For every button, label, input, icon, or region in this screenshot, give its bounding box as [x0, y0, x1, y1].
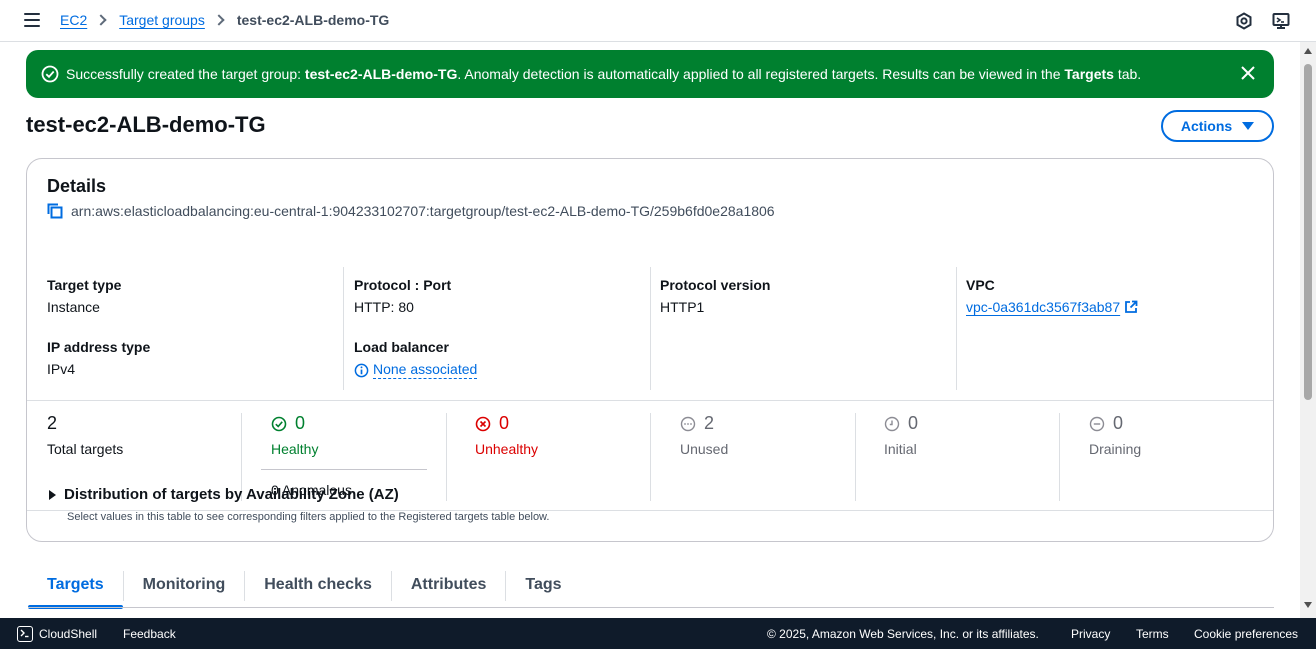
caret-right-icon [49, 489, 56, 500]
load-balancer-label: Load balancer [354, 339, 449, 355]
chevron-right-icon [213, 14, 225, 26]
success-check-icon [41, 65, 59, 83]
unused-count[interactable]: 2 [680, 413, 714, 434]
column-divider [1059, 413, 1060, 501]
details-container: Details arn:aws:elasticloadbalancing:eu-… [26, 158, 1274, 542]
tab-targets[interactable]: Targets [28, 570, 123, 609]
privacy-link[interactable]: Privacy [1071, 627, 1110, 641]
terms-link[interactable]: Terms [1136, 627, 1169, 641]
ip-type-label: IP address type [47, 339, 151, 355]
healthy-count[interactable]: 0 [271, 413, 305, 434]
unused-value: 2 [704, 413, 715, 433]
tab-monitoring[interactable]: Monitoring [124, 570, 245, 608]
tab-tags[interactable]: Tags [506, 570, 580, 608]
arn-value: arn:aws:elasticloadbalancing:eu-central-… [71, 203, 775, 219]
column-divider [956, 267, 957, 390]
initial-count[interactable]: 0 [884, 413, 918, 434]
column-divider [650, 413, 651, 501]
scroll-down-arrow-icon[interactable] [1304, 602, 1312, 608]
total-targets-count[interactable]: 2 [47, 413, 57, 434]
arn-row: arn:aws:elasticloadbalancing:eu-central-… [47, 203, 775, 219]
healthy-label: Healthy [271, 441, 319, 457]
vertical-scrollbar[interactable] [1300, 42, 1316, 618]
copy-icon[interactable] [47, 203, 63, 219]
unhealthy-count[interactable]: 0 [475, 413, 509, 434]
column-divider [855, 413, 856, 501]
details-heading: Details [47, 176, 107, 196]
cookie-preferences-link[interactable]: Cookie preferences [1194, 627, 1298, 641]
vpc-value[interactable]: vpc-0a361dc3567f3ab87 [966, 299, 1138, 315]
total-targets-label: Total targets [47, 441, 124, 457]
column-divider [343, 267, 344, 390]
feedback-link[interactable]: Feedback [123, 627, 176, 641]
unhealthy-value: 0 [499, 413, 510, 433]
section-divider [27, 400, 1273, 401]
none-associated-link[interactable]: None associated [373, 361, 478, 379]
page-title: test-ec2-ALB-demo-TG [26, 112, 266, 137]
column-divider [650, 267, 651, 390]
info-icon [354, 363, 369, 377]
anomalous-divider [261, 469, 427, 470]
ip-type-value: IPv4 [47, 361, 76, 377]
tab-health-checks[interactable]: Health checks [245, 570, 391, 608]
target-type-value: Instance [47, 299, 100, 315]
protocol-port-value: HTTP: 80 [354, 299, 414, 315]
success-flash: Successfully created the target group: t… [26, 50, 1274, 98]
menu-icon[interactable] [24, 13, 40, 27]
tab-attributes[interactable]: Attributes [392, 570, 506, 608]
copyright-text: © 2025, Amazon Web Services, Inc. or its… [767, 627, 1039, 641]
status-stopped-icon [1089, 416, 1105, 431]
vpc-label: VPC [966, 277, 995, 293]
breadcrumb-current: test-ec2-ALB-demo-TG [236, 12, 390, 28]
healthy-value: 0 [295, 413, 306, 433]
unused-label: Unused [680, 441, 729, 457]
initial-label: Initial [884, 441, 917, 457]
flash-message: Successfully created the target group: t… [66, 66, 1142, 82]
status-positive-icon [271, 416, 287, 431]
az-title: Distribution of targets by Availability … [64, 486, 399, 503]
column-divider [446, 413, 447, 501]
tabs-baseline [28, 607, 1274, 608]
status-unused-icon [680, 416, 696, 431]
actions-button[interactable]: Actions [1161, 110, 1274, 142]
cloudshell-link[interactable]: CloudShell [39, 627, 97, 641]
cloudshell-icon[interactable] [17, 626, 33, 642]
load-balancer-value[interactable]: None associated [354, 361, 478, 379]
breadcrumb: EC2 Target groups test-ec2-ALB-demo-TG [60, 12, 389, 28]
protocol-version-value: HTTP1 [660, 299, 705, 315]
scroll-thumb[interactable] [1304, 64, 1312, 400]
top-navigation: EC2 Target groups test-ec2-ALB-demo-TG [0, 0, 1316, 42]
breadcrumb-target-groups[interactable]: Target groups [119, 12, 205, 28]
chevron-right-icon [95, 14, 107, 26]
protocol-version-label: Protocol version [660, 277, 771, 293]
external-link-icon [1125, 300, 1138, 313]
console-display-icon[interactable] [1272, 12, 1290, 30]
main-content: Successfully created the target group: t… [0, 42, 1300, 618]
draining-label: Draining [1089, 441, 1142, 457]
az-distribution-toggle[interactable]: Distribution of targets by Availability … [49, 486, 399, 503]
clock-icon [884, 416, 900, 431]
target-type-label: Target type [47, 277, 122, 293]
draining-value: 0 [1113, 413, 1124, 433]
scroll-up-arrow-icon[interactable] [1304, 48, 1312, 54]
az-description: Select values in this table to see corre… [67, 511, 550, 523]
status-negative-icon [475, 416, 491, 431]
initial-value: 0 [908, 413, 919, 433]
actions-label: Actions [1180, 118, 1233, 134]
tabs: Targets Monitoring Health checks Attribu… [28, 570, 581, 609]
caret-down-icon [1242, 122, 1255, 130]
footer: CloudShell Feedback © 2025, Amazon Web S… [0, 618, 1316, 649]
draining-count[interactable]: 0 [1089, 413, 1123, 434]
protocol-port-label: Protocol : Port [354, 277, 452, 293]
breadcrumb-ec2[interactable]: EC2 [60, 12, 87, 28]
notifications-hexagon-icon[interactable] [1235, 12, 1253, 30]
close-icon[interactable] [1240, 65, 1256, 81]
vpc-link[interactable]: vpc-0a361dc3567f3ab87 [966, 299, 1120, 315]
unhealthy-label: Unhealthy [475, 441, 539, 457]
